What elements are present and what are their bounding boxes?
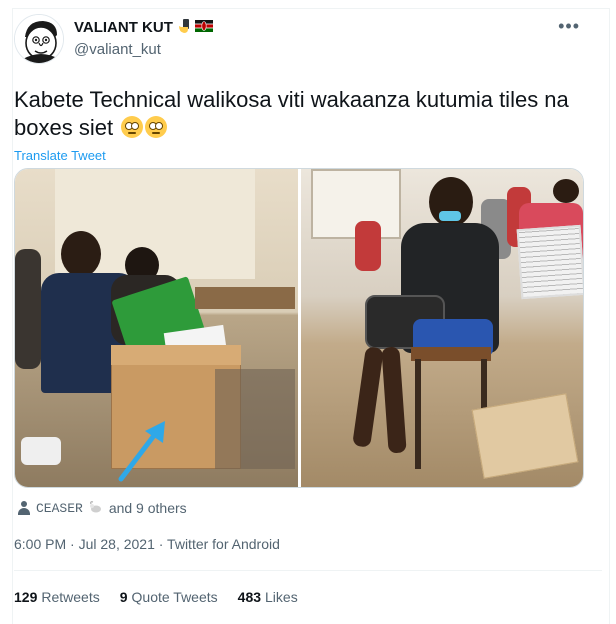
likes-count: 483 xyxy=(237,589,262,605)
liked-by-others[interactable]: and 9 others xyxy=(109,500,187,516)
retweets-stat[interactable]: 129 Retweets xyxy=(14,589,100,605)
tweet-stats: 129 Retweets 9 Quote Tweets 483 Likes xyxy=(14,589,298,605)
photo-girl-on-tile[interactable] xyxy=(301,169,583,487)
avatar[interactable] xyxy=(14,14,64,64)
quote-tweets-stat[interactable]: 9 Quote Tweets xyxy=(120,589,218,605)
more-dots-icon[interactable]: ••• xyxy=(558,16,580,37)
face-with-rolling-eyes-icon xyxy=(121,116,144,138)
photo-classroom-box[interactable] xyxy=(15,169,298,487)
kenya-flag-emoji-icon xyxy=(194,20,213,35)
tweet-media[interactable] xyxy=(14,168,584,488)
liked-by[interactable]: CEASER and 9 others xyxy=(18,500,187,516)
goat-emoji-icon xyxy=(89,501,101,513)
tweet-meta[interactable]: 6:00 PM · Jul 28, 2021 · Twitter for And… xyxy=(14,536,280,552)
likes-stat[interactable]: 483 Likes xyxy=(238,589,298,605)
translate-tweet-link[interactable]: Translate Tweet xyxy=(14,148,106,163)
top-border xyxy=(13,8,609,9)
display-name[interactable]: VALIANT KUT xyxy=(74,18,213,37)
face-with-rolling-eyes-icon xyxy=(145,116,168,138)
tweet-header: VALIANT KUT @valiant_kut ••• xyxy=(14,14,584,68)
arrow-annotation-icon xyxy=(118,421,165,482)
display-name-text[interactable]: VALIANT KUT xyxy=(74,19,173,36)
likes-label: Likes xyxy=(265,589,298,605)
hand-phone-emoji-icon xyxy=(177,18,191,37)
liked-by-name[interactable]: CEASER xyxy=(36,501,83,516)
user-handle[interactable]: @valiant_kut xyxy=(74,41,213,58)
user-names: VALIANT KUT @valiant_kut xyxy=(74,18,213,58)
tweet-body: Kabete Technical walikosa viti wakaanza … xyxy=(14,87,569,140)
cartoon-face-icon xyxy=(15,15,63,63)
retweets-count: 129 xyxy=(14,589,38,605)
divider xyxy=(14,570,602,571)
person-icon xyxy=(18,501,30,515)
retweets-label: Retweets xyxy=(41,589,100,605)
quotes-label: Quote Tweets xyxy=(131,589,218,605)
quotes-count: 9 xyxy=(119,589,128,605)
tweet-text: Kabete Technical walikosa viti wakaanza … xyxy=(14,86,574,142)
